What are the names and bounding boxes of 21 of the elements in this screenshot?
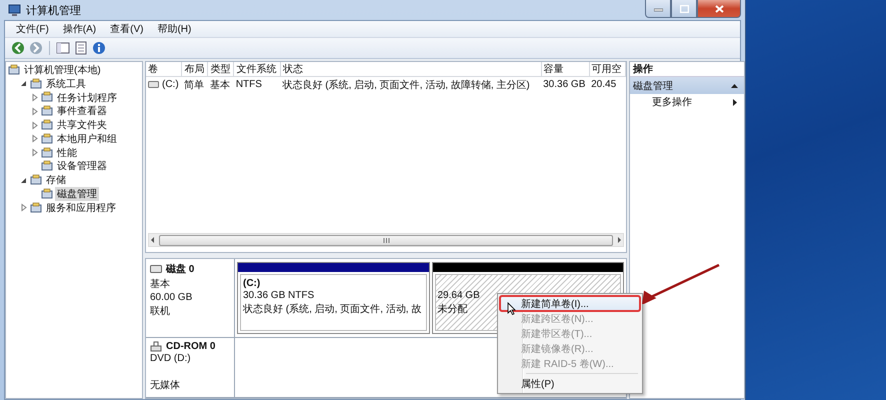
disk-type: DVD (D:) — [150, 353, 192, 364]
partition-info: 未分配 — [438, 302, 468, 316]
disk-status: 联机 — [150, 304, 171, 318]
disk-status: 无媒体 — [150, 379, 181, 392]
section-label: 磁盘管理 — [633, 80, 673, 92]
partition-info: 状态良好 (系统, 启动, 页面文件, 活动, 故 — [243, 302, 422, 316]
table-cell: NTFS — [236, 79, 262, 90]
partition-info: 29.64 GB — [438, 290, 480, 301]
table-cell: 30.36 GB — [543, 79, 586, 90]
disk-type: 基本 — [150, 278, 171, 291]
table-cell: 基本 — [210, 80, 230, 90]
window-title: 计算机管理 — [26, 4, 81, 18]
disk-name: 磁盘 0 — [166, 262, 194, 276]
partition-info: 30.36 GB NTFS — [243, 290, 314, 301]
table-cell: 简单 — [184, 80, 204, 90]
disk-name: CD-ROM 0 — [166, 341, 216, 352]
table-cell: 20.45 — [591, 79, 616, 90]
partition-label: (C:) — [243, 278, 260, 289]
disk-size: 60.00 GB — [150, 292, 194, 303]
table-cell: 状态良好 (系统, 启动, 页面文件, 活动, 故障转储, 主分区) — [282, 80, 530, 90]
table-cell: (C:) — [162, 79, 179, 90]
